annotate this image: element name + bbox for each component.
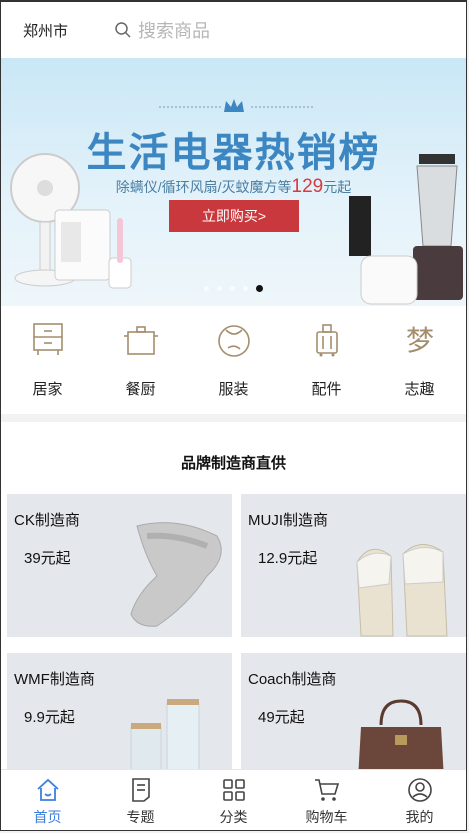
socks-image <box>130 522 222 627</box>
pager-dot[interactable] <box>204 286 209 291</box>
tab-category[interactable]: 分类 <box>189 770 279 830</box>
tab-label: 购物车 <box>305 809 348 825</box>
tab-cart[interactable]: 购物车 <box>282 770 372 830</box>
clothing-icon <box>217 325 250 357</box>
cart-icon <box>314 779 339 801</box>
brand-name: WMF制造商 <box>14 671 95 688</box>
category-home[interactable]: 居家 <box>1 306 94 414</box>
app-frame: 郑州市 搜索商品 生活电器热销榜 除螨仪/循环风扇/灭蚊魔方等129元起 立即购… <box>0 0 467 831</box>
pager-dot[interactable] <box>230 286 235 291</box>
brand-price: 39元起 <box>24 550 71 567</box>
topic-icon <box>131 778 150 802</box>
city-selector[interactable]: 郑州市 <box>23 20 68 41</box>
category-clothing[interactable]: 服装 <box>187 306 280 414</box>
brand-name: MUJI制造商 <box>248 512 328 529</box>
category-label: 餐厨 <box>125 381 156 398</box>
brand-price: 9.9元起 <box>24 709 75 726</box>
search-icon <box>115 22 131 38</box>
luggage-icon <box>315 324 338 357</box>
decor-line-left <box>159 106 221 108</box>
banner-pagination <box>1 285 466 292</box>
category-kitchen[interactable]: 餐厨 <box>94 306 187 414</box>
category-accessories[interactable]: 配件 <box>280 306 373 414</box>
search-placeholder: 搜索商品 <box>138 21 211 41</box>
svg-text:梦: 梦 <box>405 324 433 357</box>
banner-subtitle-suffix: 元起 <box>323 179 352 195</box>
slippers-image <box>356 544 448 637</box>
category-label: 配件 <box>311 381 342 398</box>
tab-label: 分类 <box>219 809 248 825</box>
pot-icon <box>123 326 158 355</box>
pager-dot-active[interactable] <box>256 285 263 292</box>
brand-card-muji[interactable]: MUJI制造商 12.9元起 <box>241 494 466 637</box>
category-row: 居家 餐厨 服装 配件 梦 志趣 <box>1 306 466 414</box>
banner-price: 129 <box>291 176 324 197</box>
tab-label: 我的 <box>405 809 434 825</box>
category-interest[interactable]: 梦 志趣 <box>373 306 466 414</box>
pager-dot[interactable] <box>243 286 248 291</box>
brand-price: 12.9元起 <box>258 550 318 567</box>
brand-name: CK制造商 <box>14 512 80 529</box>
tab-home[interactable]: 首页 <box>3 770 93 830</box>
category-label: 居家 <box>32 381 63 398</box>
cabinet-icon <box>32 323 63 355</box>
category-label: 服装 <box>218 381 249 398</box>
tab-label: 专题 <box>126 809 155 825</box>
brand-section-title: 品牌制造商直供 <box>180 455 286 472</box>
category-label: 志趣 <box>404 381 435 398</box>
search-box[interactable]: 搜索商品 <box>114 17 210 43</box>
brand-card-ck[interactable]: CK制造商 39元起 <box>7 494 232 637</box>
banner-subtitle-text: 除螨仪/循环风扇/灭蚊魔方等 <box>115 179 292 195</box>
buy-now-button[interactable]: 立即购买> <box>169 200 299 232</box>
tab-profile[interactable]: 我的 <box>375 770 465 830</box>
profile-icon <box>407 778 432 802</box>
home-icon <box>36 778 59 801</box>
category-icon <box>222 779 245 801</box>
pager-dot[interactable] <box>217 286 222 291</box>
tab-label: 首页 <box>33 809 62 825</box>
banner-subtitle: 除螨仪/循环风扇/灭蚊魔方等129元起 <box>1 176 466 198</box>
banner-headline: 生活电器热销榜 <box>86 131 381 175</box>
tab-topic[interactable]: 专题 <box>96 770 186 830</box>
decor-line-right <box>251 106 313 108</box>
brand-price: 49元起 <box>258 709 305 726</box>
brand-name: Coach制造商 <box>248 671 337 688</box>
bottom-tab-bar: 首页 专题 分类 购物车 我的 <box>1 769 466 830</box>
top-bar: 郑州市 搜索商品 <box>1 2 466 58</box>
dream-icon: 梦 <box>405 324 433 357</box>
promo-banner[interactable]: 生活电器热销榜 除螨仪/循环风扇/灭蚊魔方等129元起 立即购买> <box>1 58 466 306</box>
crown-icon <box>224 99 244 112</box>
